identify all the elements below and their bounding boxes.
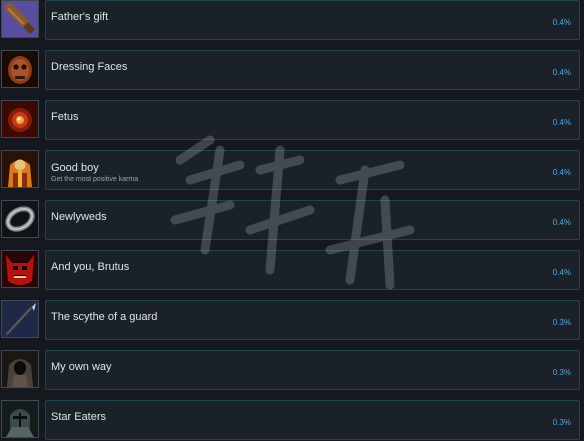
achievement-percent: 0.3% bbox=[552, 418, 571, 427]
achievement-percent: 0.4% bbox=[552, 68, 571, 77]
achievement-row[interactable]: Dressing Faces 0.4% bbox=[0, 50, 584, 92]
achievement-title: The scythe of a guard bbox=[51, 311, 158, 323]
hooded-figure-icon bbox=[1, 350, 39, 388]
achievement-row[interactable]: Fetus 0.4% bbox=[0, 100, 584, 142]
achievement-percent: 0.4% bbox=[552, 218, 571, 227]
achievement-percent: 0.4% bbox=[552, 18, 571, 27]
achievement-bar: Dressing Faces 0.4% bbox=[45, 50, 580, 90]
achievement-title: My own way bbox=[51, 361, 112, 373]
achievement-percent: 0.4% bbox=[552, 268, 571, 277]
achievement-bar: Newlyweds 0.4% bbox=[45, 200, 580, 240]
red-demon-mask-icon bbox=[1, 250, 39, 288]
achievement-bar: Star Eaters 0.3% bbox=[45, 400, 580, 440]
achievement-row[interactable]: Good boy Get the most positive karma 0.4… bbox=[0, 150, 584, 192]
achievement-list: Father's gift 0.4% Dressing Faces 0.4% F… bbox=[0, 0, 584, 441]
achievement-bar: And you, Brutus 0.4% bbox=[45, 250, 580, 290]
achievement-row[interactable]: And you, Brutus 0.4% bbox=[0, 250, 584, 292]
wedding-ring-icon bbox=[1, 200, 39, 238]
achievement-row[interactable]: The scythe of a guard 0.3% bbox=[0, 300, 584, 342]
achievement-title: Star Eaters bbox=[51, 411, 107, 423]
spear-icon bbox=[1, 300, 39, 338]
achievement-bar: My own way 0.3% bbox=[45, 350, 580, 390]
achievement-title: And you, Brutus bbox=[51, 261, 130, 273]
achievement-bar: Good boy Get the most positive karma 0.4… bbox=[45, 150, 580, 190]
achievement-percent: 0.4% bbox=[552, 168, 571, 177]
achievement-bar: Father's gift 0.4% bbox=[45, 0, 580, 40]
achievement-percent: 0.4% bbox=[552, 118, 571, 127]
armored-knight-icon bbox=[1, 400, 39, 438]
achievement-percent: 0.3% bbox=[552, 318, 571, 327]
achievement-title: Father's gift bbox=[51, 11, 109, 23]
achievement-title: Newlyweds bbox=[51, 211, 107, 223]
flayed-face-icon bbox=[1, 50, 39, 88]
monk-figure-icon bbox=[1, 150, 39, 188]
achievement-title: Good boy bbox=[51, 162, 99, 174]
achievement-row[interactable]: My own way 0.3% bbox=[0, 350, 584, 392]
achievement-row[interactable]: Newlyweds 0.4% bbox=[0, 200, 584, 242]
fetus-orb-icon bbox=[1, 100, 39, 138]
achievement-title: Fetus bbox=[51, 111, 79, 123]
achievement-title: Dressing Faces bbox=[51, 61, 128, 73]
club-weapon-icon bbox=[1, 0, 39, 38]
achievement-row[interactable]: Star Eaters 0.3% bbox=[0, 400, 584, 441]
achievement-description: Get the most positive karma bbox=[51, 176, 139, 183]
achievement-bar: Fetus 0.4% bbox=[45, 100, 580, 140]
achievement-bar: The scythe of a guard 0.3% bbox=[45, 300, 580, 340]
achievement-percent: 0.3% bbox=[552, 368, 571, 377]
achievement-row[interactable]: Father's gift 0.4% bbox=[0, 0, 584, 42]
